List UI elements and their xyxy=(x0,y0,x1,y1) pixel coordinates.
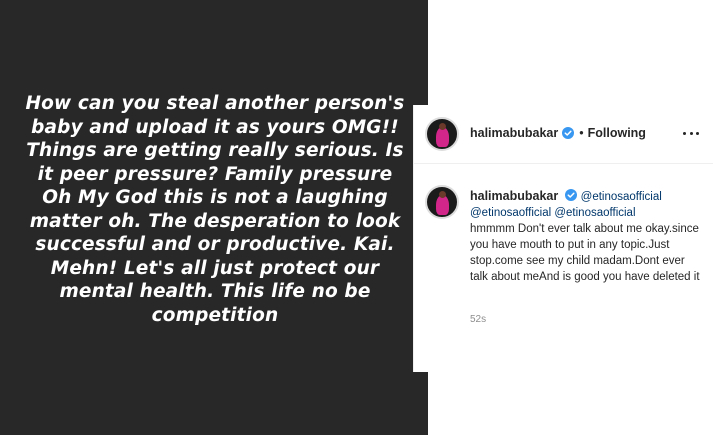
story-text: How can you steal another person's baby … xyxy=(25,93,405,326)
comment-text: hmmmm Don't ever talk about me okay.sinc… xyxy=(470,223,700,283)
verified-badge-icon xyxy=(562,127,575,139)
header-username[interactable]: halimabubakar xyxy=(470,126,558,140)
comment-timestamp[interactable]: 52s xyxy=(470,314,486,325)
avatar[interactable] xyxy=(425,117,459,151)
comment-body: halimabubakar @etinosaofficial @etinosao… xyxy=(470,188,700,285)
more-options-icon[interactable] xyxy=(683,125,699,141)
comment-avatar[interactable] xyxy=(425,185,459,219)
separator-dot: • xyxy=(579,126,584,140)
following-button[interactable]: Following xyxy=(588,126,646,140)
mention-link[interactable]: @etinosaofficial xyxy=(554,207,635,219)
mention-link[interactable]: @etinosaofficial xyxy=(581,191,662,203)
story-panel: How can you steal another person's baby … xyxy=(0,0,428,435)
header-user-line: halimabubakar • Following xyxy=(470,126,646,140)
comment-username[interactable]: halimabubakar xyxy=(470,189,558,203)
verified-badge-icon xyxy=(565,189,578,201)
mention-link[interactable]: @etinosaofficial xyxy=(470,207,551,219)
post-header: halimabubakar • Following xyxy=(413,105,713,164)
instagram-post-panel: halimabubakar • Following halimabubakar … xyxy=(413,105,713,372)
